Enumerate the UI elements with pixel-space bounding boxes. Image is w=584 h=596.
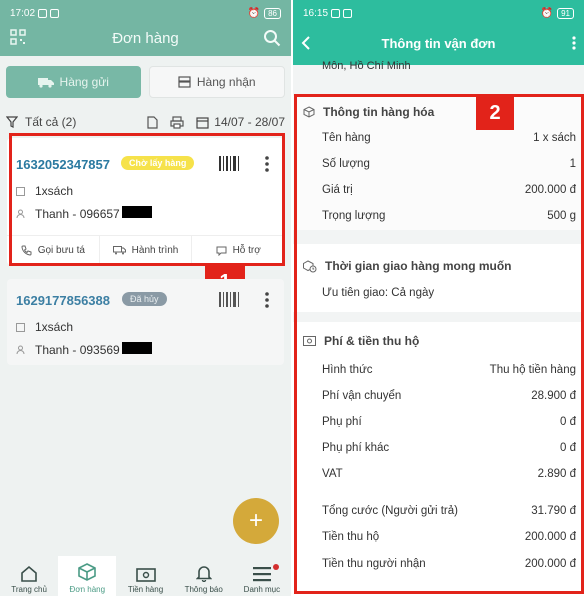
home-icon <box>21 565 37 582</box>
alarm-icon: ⏰ <box>247 7 261 19</box>
order-code[interactable]: 1629177856388 <box>16 293 110 308</box>
nav-notifications[interactable]: Thông báo <box>175 556 233 596</box>
package-icon <box>16 322 25 332</box>
more-options-icon[interactable] <box>265 292 269 308</box>
status-time: 17:02 <box>10 7 36 19</box>
nav-cash[interactable]: Tiền hàng <box>116 556 174 596</box>
filter-row: Tất cả (2) 14/07 - 28/07 <box>6 112 285 132</box>
order-item-row: 1xsách <box>16 320 73 334</box>
nav-label: Danh mục <box>243 585 281 594</box>
menu-icon <box>252 567 271 582</box>
person-icon <box>16 345 25 354</box>
more-options-icon[interactable] <box>572 36 576 50</box>
callout-number: 2 <box>476 96 514 130</box>
highlight-box <box>9 133 285 266</box>
status-badge: Đã hủy <box>122 292 167 306</box>
date-range-text: 14/07 - 28/07 <box>214 115 285 129</box>
notification-icon <box>331 8 341 18</box>
export-file-icon[interactable] <box>147 115 158 129</box>
redacted-block <box>121 342 152 354</box>
battery-indicator: 86 <box>264 7 281 19</box>
truck-icon <box>37 77 54 88</box>
order-recipient: Thanh - 093569 <box>35 343 120 357</box>
status-bar: 16:15 ⏰ 91 <box>293 0 584 26</box>
alarm-icon: ⏰ <box>540 7 554 19</box>
nav-label: Trang chủ <box>11 585 47 594</box>
nav-label: Đơn hàng <box>69 585 106 594</box>
status-bar: 17:02 ⏰ 86 <box>0 0 291 26</box>
detail-header: 16:15 ⏰ 91 Thông tin vận đơn <box>293 0 584 65</box>
orders-header: 17:02 ⏰ 86 Đơn hàng <box>0 0 291 56</box>
battery-indicator: 91 <box>557 7 574 19</box>
tab-label: Hàng nhận <box>196 75 256 89</box>
nav-menu[interactable]: Danh mục <box>233 556 291 596</box>
highlight-box <box>294 94 584 594</box>
tab-sent-goods[interactable]: Hàng gửi <box>6 66 141 98</box>
nav-orders[interactable]: Đơn hàng <box>58 556 117 596</box>
calendar-icon <box>196 116 209 129</box>
page-title: Thông tin vận đơn <box>381 36 496 51</box>
box-stack-icon <box>178 76 191 88</box>
barcode-icon[interactable] <box>219 292 241 307</box>
search-icon[interactable] <box>263 29 281 47</box>
notification-icon <box>50 8 60 18</box>
status-time: 16:15 <box>303 7 329 19</box>
orders-screen: 17:02 ⏰ 86 Đơn hàng Hàng gửi Hàng nhận T… <box>0 0 291 596</box>
nav-home[interactable]: Trang chủ <box>0 556 58 596</box>
add-order-button[interactable]: + <box>233 498 279 544</box>
tab-label: Hàng gửi <box>59 75 109 89</box>
order-item: 1xsách <box>35 320 74 334</box>
order-card[interactable]: 1629177856388 Đã hủy 1xsách Thanh - 0935… <box>7 279 284 365</box>
nav-label: Tiền hàng <box>127 585 164 594</box>
page-title: Đơn hàng <box>112 30 179 47</box>
shipment-tabs: Hàng gửi Hàng nhận <box>6 66 285 98</box>
notification-icon <box>38 8 48 18</box>
box-icon <box>78 563 97 581</box>
order-recipient-row: Thanh - 093569 <box>16 342 152 357</box>
bell-icon <box>195 566 212 582</box>
filter-icon[interactable] <box>6 116 18 128</box>
print-icon[interactable] <box>170 115 184 129</box>
tab-received-goods[interactable]: Hàng nhận <box>148 66 285 98</box>
money-icon <box>135 568 156 582</box>
address-partial: Môn, Hồ Chí Minh <box>322 60 411 72</box>
filter-label[interactable]: Tất cả (2) <box>25 115 76 129</box>
notification-icon <box>343 8 353 18</box>
bottom-nav: Trang chủ Đơn hàng Tiền hàng Thông báo D… <box>0 556 291 596</box>
date-range-picker[interactable]: 14/07 - 28/07 <box>196 115 285 129</box>
nav-label: Thông báo <box>184 585 223 594</box>
shipment-detail-screen: 16:15 ⏰ 91 Thông tin vận đơn Môn, Hồ Chí… <box>293 0 584 596</box>
notification-dot <box>273 564 280 570</box>
